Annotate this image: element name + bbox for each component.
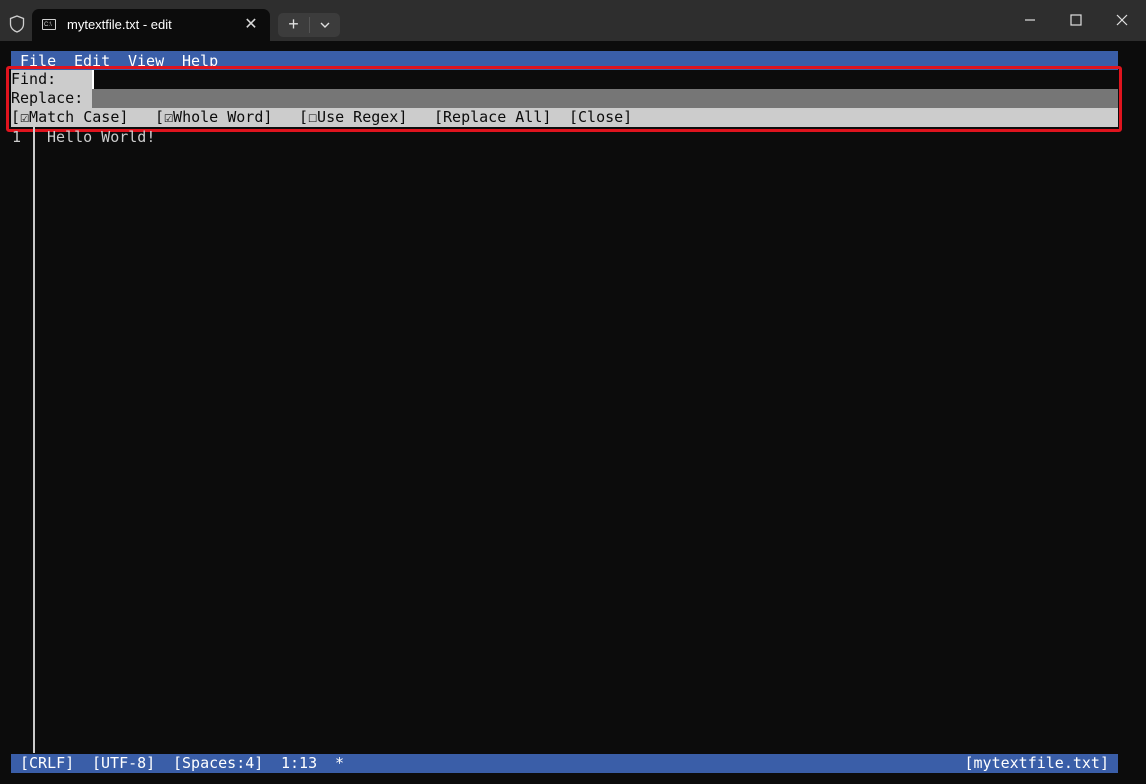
replace-input[interactable] xyxy=(92,89,1118,108)
find-options-bar: [☑Match Case] [☑Whole Word] [☐Use Regex]… xyxy=(11,108,1118,127)
shield-icon xyxy=(9,15,25,33)
cursor-position: 1:13 xyxy=(281,754,318,772)
find-label: Find: xyxy=(11,70,92,89)
chevron-down-icon xyxy=(320,22,330,28)
menu-file[interactable]: File xyxy=(20,52,56,70)
menu-bar: File Edit View Help xyxy=(11,51,1118,70)
title-bar: C:\ mytextfile.txt - edit ✕ + xyxy=(0,0,1146,41)
replace-label: Replace: xyxy=(11,89,92,108)
line-number: 1 xyxy=(12,128,22,146)
close-tab-icon[interactable]: ✕ xyxy=(242,14,260,34)
find-row: Find: xyxy=(11,70,1118,89)
tab-dropdown-button[interactable] xyxy=(310,13,340,37)
whole-word-checkbox[interactable]: [☑Whole Word] xyxy=(155,108,272,127)
maximize-icon[interactable] xyxy=(1066,10,1086,30)
line-ending-status[interactable]: [CRLF] xyxy=(20,754,74,773)
menu-help[interactable]: Help xyxy=(182,52,218,70)
close-find-button[interactable]: [Close] xyxy=(569,108,632,127)
find-input[interactable] xyxy=(92,70,1118,89)
menu-edit[interactable]: Edit xyxy=(74,52,110,70)
tab-mytextfile[interactable]: C:\ mytextfile.txt - edit ✕ xyxy=(32,9,270,41)
filename-status: [mytextfile.txt] xyxy=(964,754,1110,772)
new-tab-group: + xyxy=(278,13,340,37)
replace-all-button[interactable]: [Replace All] xyxy=(434,108,551,127)
close-window-icon[interactable] xyxy=(1112,10,1132,30)
match-case-checkbox[interactable]: [☑Match Case] xyxy=(11,108,128,127)
indent-status[interactable]: [Spaces:4] xyxy=(173,754,263,773)
replace-row: Replace: xyxy=(11,89,1118,108)
menu-view[interactable]: View xyxy=(128,52,164,70)
minimize-icon[interactable] xyxy=(1020,10,1040,30)
tab-title: mytextfile.txt - edit xyxy=(67,17,172,32)
status-bar: [CRLF] [UTF-8] [Spaces:4] 1:13 * [mytext… xyxy=(11,754,1118,773)
editor-line[interactable]: Hello World! xyxy=(47,128,155,147)
modified-indicator: * xyxy=(335,754,345,772)
encoding-status[interactable]: [UTF-8] xyxy=(92,754,155,773)
gutter-divider xyxy=(33,127,35,753)
terminal-icon: C:\ xyxy=(42,19,56,30)
new-tab-button[interactable]: + xyxy=(278,13,309,37)
use-regex-checkbox[interactable]: [☐Use Regex] xyxy=(299,108,407,127)
